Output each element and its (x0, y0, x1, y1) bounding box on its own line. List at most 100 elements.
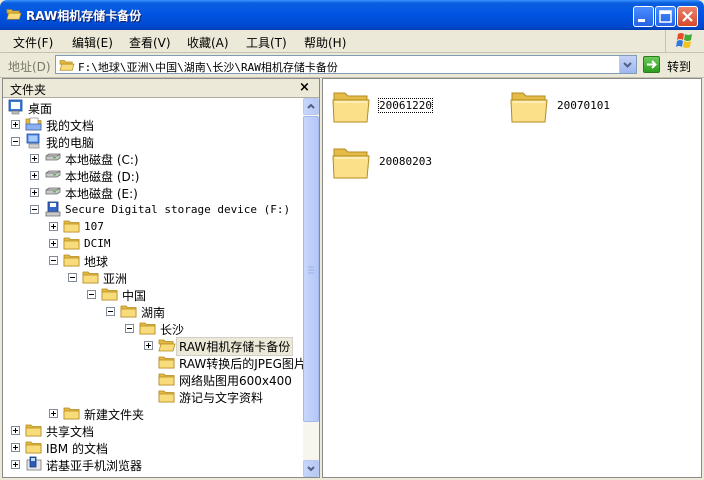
scroll-down-button[interactable] (303, 460, 319, 477)
tree-item[interactable]: 本地磁盘 (D:) (3, 167, 301, 184)
close-button[interactable] (677, 6, 698, 27)
file-folder-name: 20061220 (378, 98, 433, 113)
tree-item[interactable]: 亚洲 (3, 269, 301, 286)
maximize-icon (659, 10, 672, 23)
title-bar[interactable]: RAW相机存储卡备份 (0, 0, 704, 30)
expand-icon[interactable] (49, 409, 58, 418)
go-button[interactable]: 转到 (641, 55, 701, 75)
collapse-icon[interactable] (49, 256, 58, 265)
tree-item[interactable]: 本地磁盘 (E:) (3, 184, 301, 201)
address-input[interactable]: F:\地球\亚洲\中国\湖南\长沙\RAW相机存储卡备份 (55, 55, 637, 74)
grip-icon (308, 266, 314, 274)
tree-item[interactable]: Secure Digital storage device (F:) (3, 201, 301, 218)
windows-logo-icon (665, 30, 704, 52)
collapse-icon[interactable] (30, 205, 39, 214)
menu-edit[interactable]: 编辑(E) (72, 34, 113, 51)
expand-icon[interactable] (30, 171, 39, 180)
address-bar: 地址(D) F:\地球\亚洲\中国\湖南\长沙\RAW相机存储卡备份 转到 (0, 53, 704, 78)
tree-item-label: 共享文档 (46, 425, 95, 439)
tree-item-label: RAW转换后的JPEG图片 (179, 357, 303, 371)
menu-view[interactable]: 查看(V) (129, 34, 171, 51)
tree-item[interactable]: 长沙 (3, 320, 301, 337)
folder-icon (331, 87, 371, 125)
folder-icon (63, 235, 81, 251)
expand-icon[interactable] (11, 443, 20, 452)
folder-icon (25, 439, 43, 455)
menu-tools[interactable]: 工具(T) (246, 34, 287, 51)
expand-icon[interactable] (11, 120, 20, 129)
local-disk-icon (44, 184, 62, 200)
menu-favorites[interactable]: 收藏(A) (187, 34, 229, 51)
folder-icon (63, 252, 81, 268)
folder-icon (59, 58, 75, 72)
tree-item[interactable]: 湖南 (3, 303, 301, 320)
collapse-icon[interactable] (106, 307, 115, 316)
address-label: 地址(D) (8, 60, 51, 74)
tree-item-label: DCIM (84, 237, 111, 250)
tree-item[interactable]: 本地磁盘 (C:) (3, 150, 301, 167)
tree-item[interactable]: 网络贴图用600x400 (3, 371, 301, 388)
expand-icon[interactable] (144, 341, 153, 350)
file-folder-item[interactable]: 20080203 (323, 143, 498, 183)
folder-icon (63, 405, 81, 421)
tree-item[interactable]: RAW相机存储卡备份 (3, 337, 301, 356)
menu-help[interactable]: 帮助(H) (304, 34, 346, 51)
scroll-thumb[interactable] (303, 116, 319, 422)
address-dropdown-button[interactable] (619, 56, 636, 73)
maximize-button[interactable] (655, 6, 676, 27)
collapse-icon[interactable] (11, 137, 20, 146)
tree-item[interactable]: DCIM (3, 235, 301, 252)
tree-item-label: 诺基亚手机浏览器 (46, 459, 143, 473)
close-pane-button[interactable]: × (299, 80, 310, 95)
tree-item[interactable]: 共享文档 (3, 422, 301, 439)
expand-icon[interactable] (11, 460, 20, 469)
folder-open-icon (158, 337, 176, 353)
expand-icon[interactable] (11, 426, 20, 435)
chevron-down-icon (623, 62, 632, 68)
expand-icon[interactable] (49, 239, 58, 248)
tree-item[interactable]: 107 (3, 218, 301, 235)
tree-item-label: 我的电脑 (46, 136, 95, 150)
tree-item-label: 长沙 (160, 323, 185, 337)
tree-item[interactable]: 新建文件夹 (3, 405, 301, 422)
menu-bar: 文件(F) 编辑(E) 查看(V) 收藏(A) 工具(T) 帮助(H) (0, 30, 704, 53)
collapse-icon[interactable] (125, 324, 134, 333)
tree-scrollbar[interactable] (303, 98, 319, 477)
go-label: 转到 (667, 60, 692, 74)
scroll-up-button[interactable] (303, 98, 319, 115)
tree-item-label: 107 (84, 220, 104, 233)
tree-item[interactable]: 中国 (3, 286, 301, 303)
tree-item-label: 本地磁盘 (D:) (65, 170, 140, 184)
collapse-icon[interactable] (68, 273, 77, 282)
tree-item[interactable]: 我的文档 (3, 116, 301, 133)
expand-icon[interactable] (30, 188, 39, 197)
sd-card-icon (44, 201, 62, 217)
tree-item[interactable]: RAW转换后的JPEG图片 (3, 354, 303, 371)
close-icon (682, 11, 693, 22)
folder-icon (120, 303, 138, 319)
minimize-button[interactable] (633, 6, 654, 27)
tree-item[interactable]: 桌面 (3, 99, 301, 116)
tree-item-label: RAW相机存储卡备份 (175, 337, 294, 356)
file-folder-item[interactable]: 20070101 (501, 87, 676, 127)
my-computer-icon (25, 133, 43, 149)
local-disk-icon (44, 150, 62, 166)
tree-item-label: 中国 (122, 289, 147, 303)
folder-icon (101, 286, 119, 302)
tree-item[interactable]: IBM 的文档 (3, 439, 301, 456)
tree-item-label: 湖南 (141, 306, 166, 320)
local-disk-icon (44, 167, 62, 183)
folders-pane-title: 文件夹 (10, 83, 47, 97)
expand-icon[interactable] (30, 154, 39, 163)
menu-file[interactable]: 文件(F) (13, 34, 53, 51)
folder-icon (139, 320, 157, 336)
expand-icon[interactable] (49, 222, 58, 231)
tree-item[interactable]: 诺基亚手机浏览器 (3, 456, 301, 473)
tree-item[interactable]: 我的电脑 (3, 133, 301, 150)
tree-item[interactable]: 地球 (3, 252, 301, 269)
collapse-icon[interactable] (87, 290, 96, 299)
tree-item[interactable]: 游记与文字资料 (3, 388, 301, 405)
arrow-right-icon (643, 56, 660, 73)
folder-icon (158, 371, 176, 387)
file-folder-item[interactable]: 20061220 (323, 87, 498, 127)
